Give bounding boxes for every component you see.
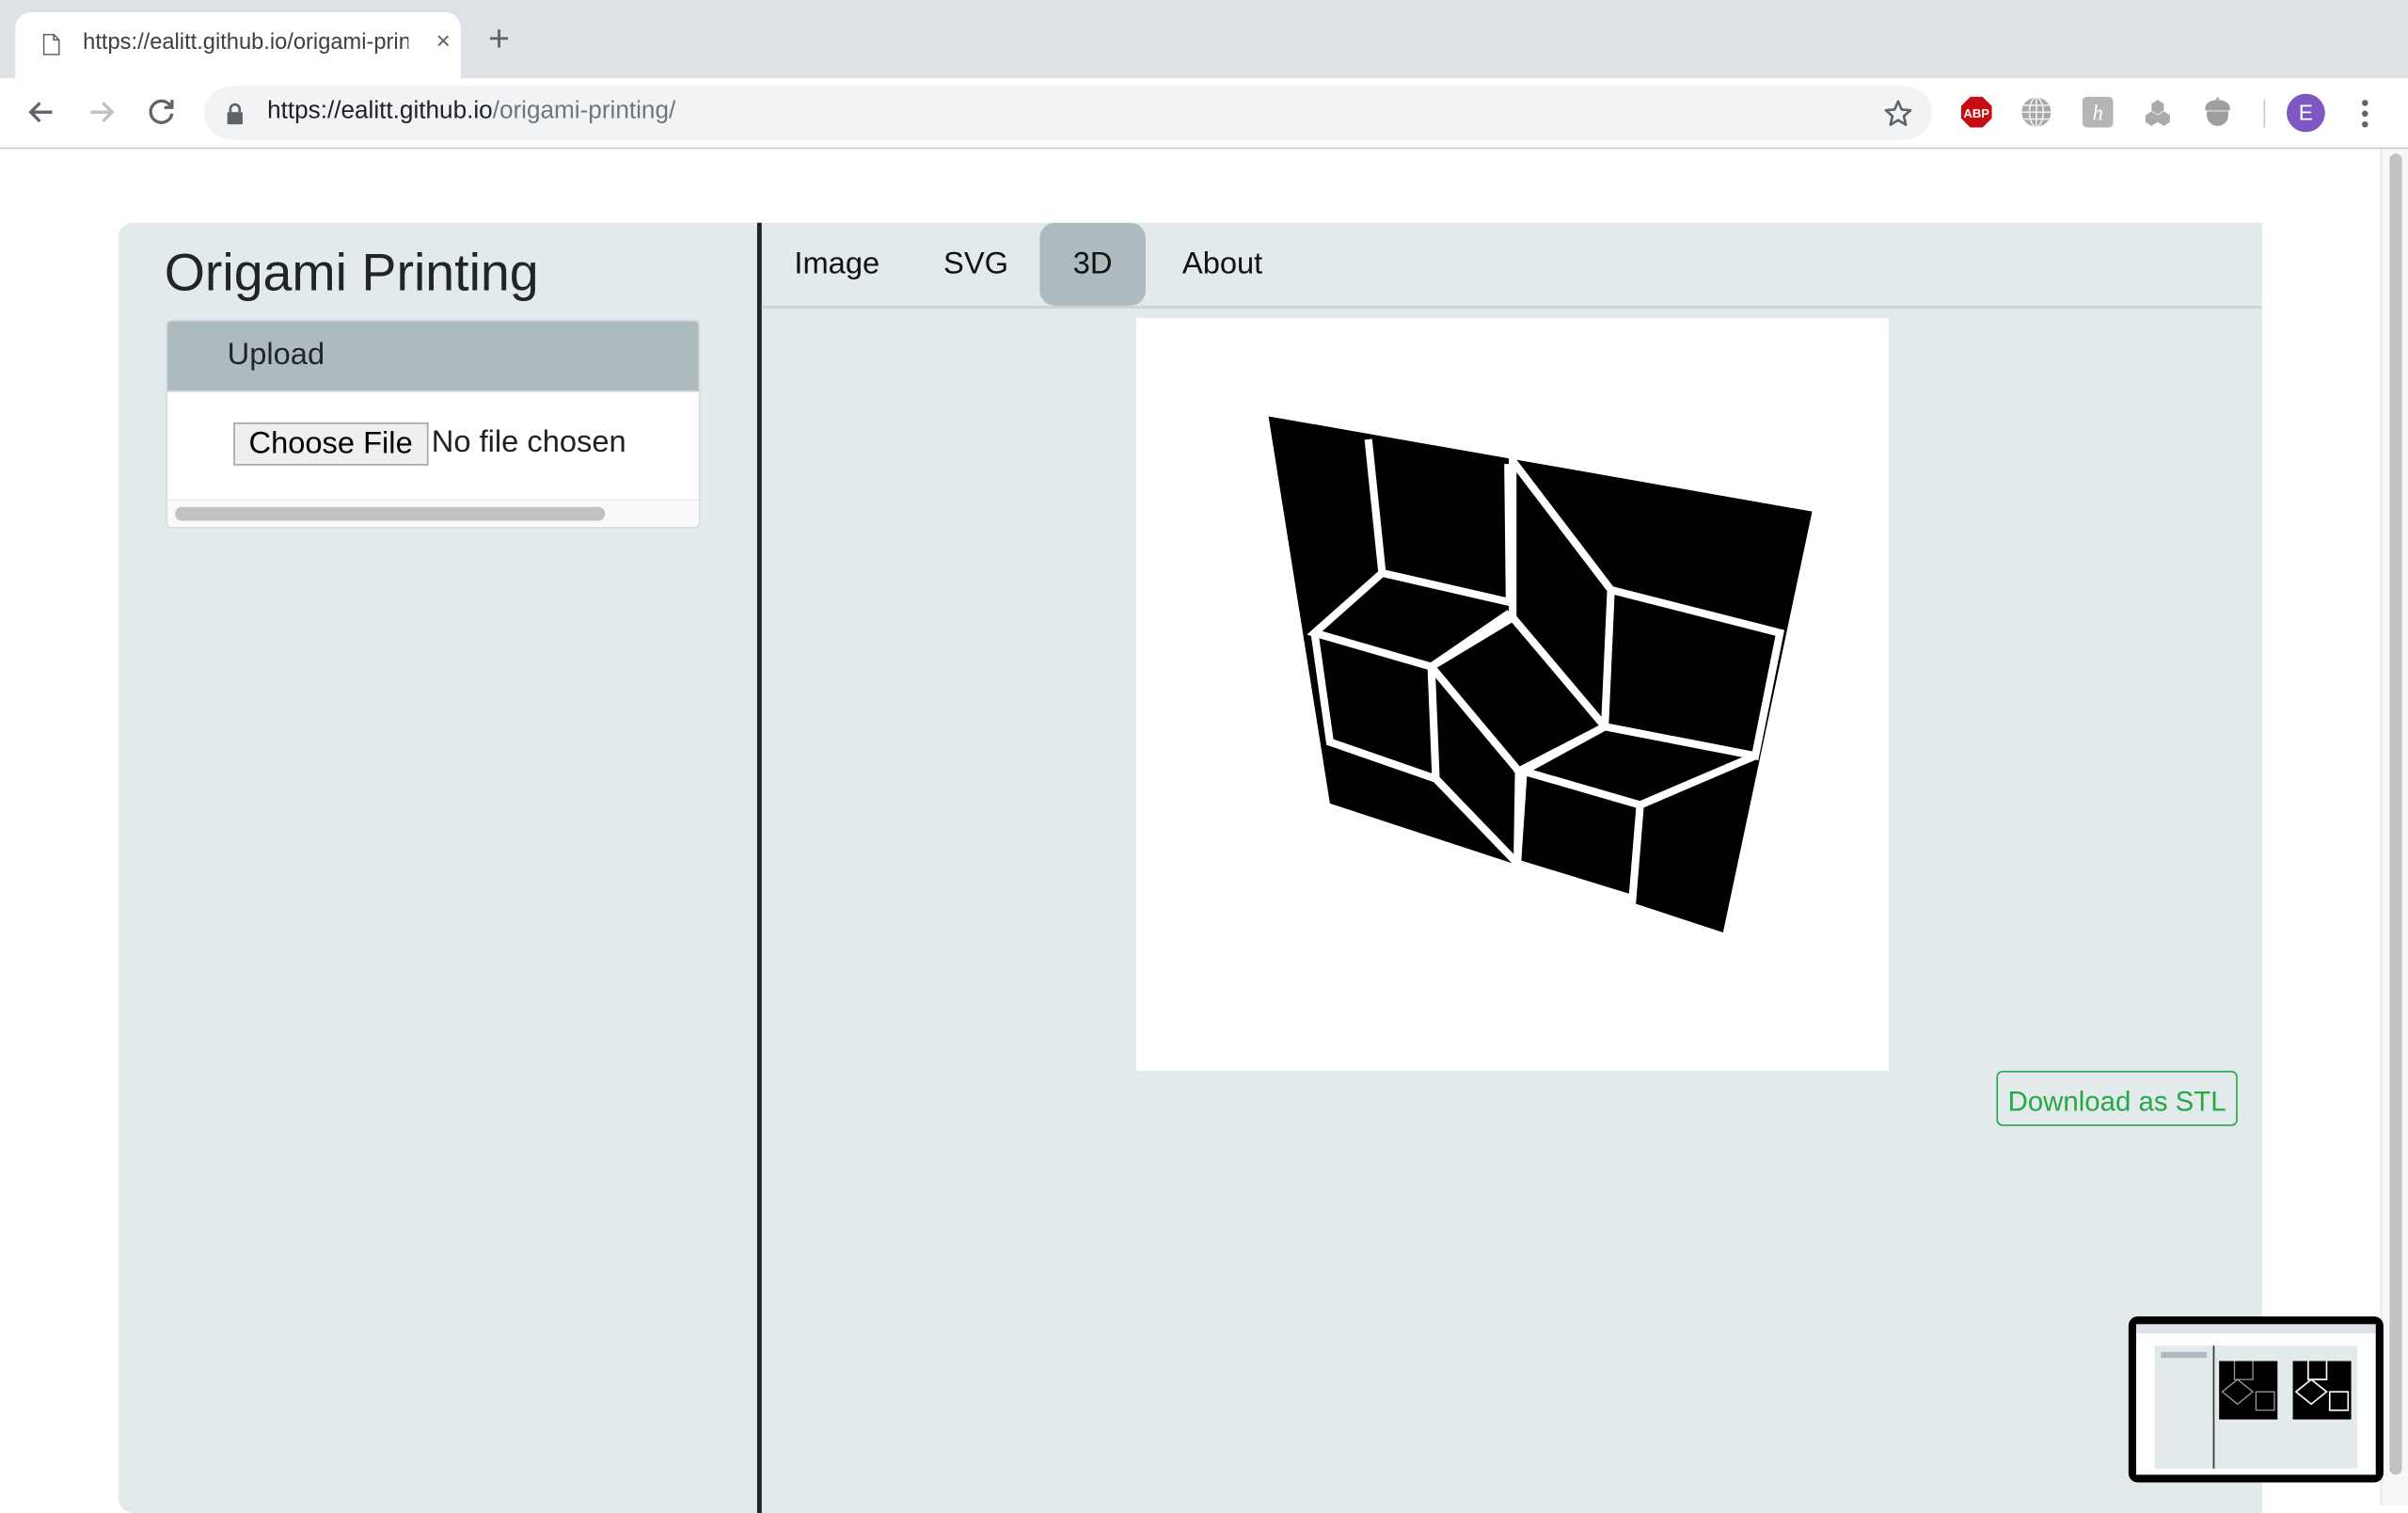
page-icon [43,34,60,56]
bookmark-star-icon[interactable] [1883,98,1914,129]
new-tab-button[interactable]: + [488,22,510,58]
profile-avatar[interactable]: E [2287,94,2325,133]
app-container: Origami Printing Upload Choose File No f… [119,223,2262,1513]
svg-text:h: h [2092,101,2102,124]
upload-card: Upload Choose File No file chosen [166,320,700,529]
page-scrollbar-thumb[interactable] [2389,153,2401,1474]
scrollbar-thumb[interactable] [175,507,605,521]
choose-file-button[interactable]: Choose File [233,422,428,466]
left-panel: Origami Printing Upload Choose File No f… [119,223,759,1513]
file-status: No file chosen [432,425,626,461]
reload-icon[interactable] [141,92,181,132]
page-scrollbar[interactable] [2381,149,2408,1505]
browser-tabstrip: https://ealitt.github.io/origami-printin… [0,0,2408,78]
url-path: /origami-printing/ [493,98,676,124]
upload-header[interactable]: Upload [167,321,699,391]
lock-icon [226,103,245,124]
origami-model [1269,416,1813,932]
url-text[interactable]: https://ealitt.github.io/origami-printin… [267,98,675,125]
screen: https://ealitt.github.io/origami-printin… [0,0,2408,1505]
nav-tabs: Image SVG 3D About [762,223,2262,309]
browser-tab[interactable]: https://ealitt.github.io/origami-printin… [15,12,460,78]
tab-svg[interactable]: SVG [912,223,1040,306]
svg-text:ABP: ABP [1963,106,1989,120]
screenshot-thumbnail[interactable] [2129,1316,2384,1482]
acorn-icon[interactable] [2201,95,2235,129]
tab-image[interactable]: Image [762,223,912,306]
page-viewport: Origami Printing Upload Choose File No f… [0,149,2408,1505]
close-tab-icon[interactable]: × [436,29,451,56]
thumbnail-preview [2136,1324,2376,1474]
globe-icon[interactable] [2020,95,2053,129]
hexagons-icon[interactable] [2141,95,2175,129]
honey-icon[interactable]: h [2081,95,2115,129]
browser-toolbar: https://ealitt.github.io/origami-printin… [0,78,2408,149]
adblock-plus-icon[interactable]: ABP [1959,95,1993,129]
tab-3d[interactable]: 3D [1039,223,1146,306]
address-bar[interactable]: https://ealitt.github.io/origami-printin… [204,86,1932,139]
forward-icon[interactable] [82,92,121,132]
url-host: https://ealitt.github.io [267,98,493,124]
more-menu-icon[interactable] [2357,94,2372,134]
upload-header-label: Upload [228,338,325,374]
toolbar-separator [2264,100,2266,127]
horizontal-scrollbar[interactable] [167,500,699,529]
download-stl-button[interactable]: Download as STL [1996,1071,2237,1126]
tab-about[interactable]: About [1146,223,1299,306]
page-title: Origami Printing [165,245,539,305]
right-panel: Image SVG 3D About [762,223,2262,1513]
back-icon[interactable] [22,92,61,132]
3d-model-canvas[interactable] [1136,318,1889,1071]
tab-title: https://ealitt.github.io/origami-printin… [83,31,408,56]
